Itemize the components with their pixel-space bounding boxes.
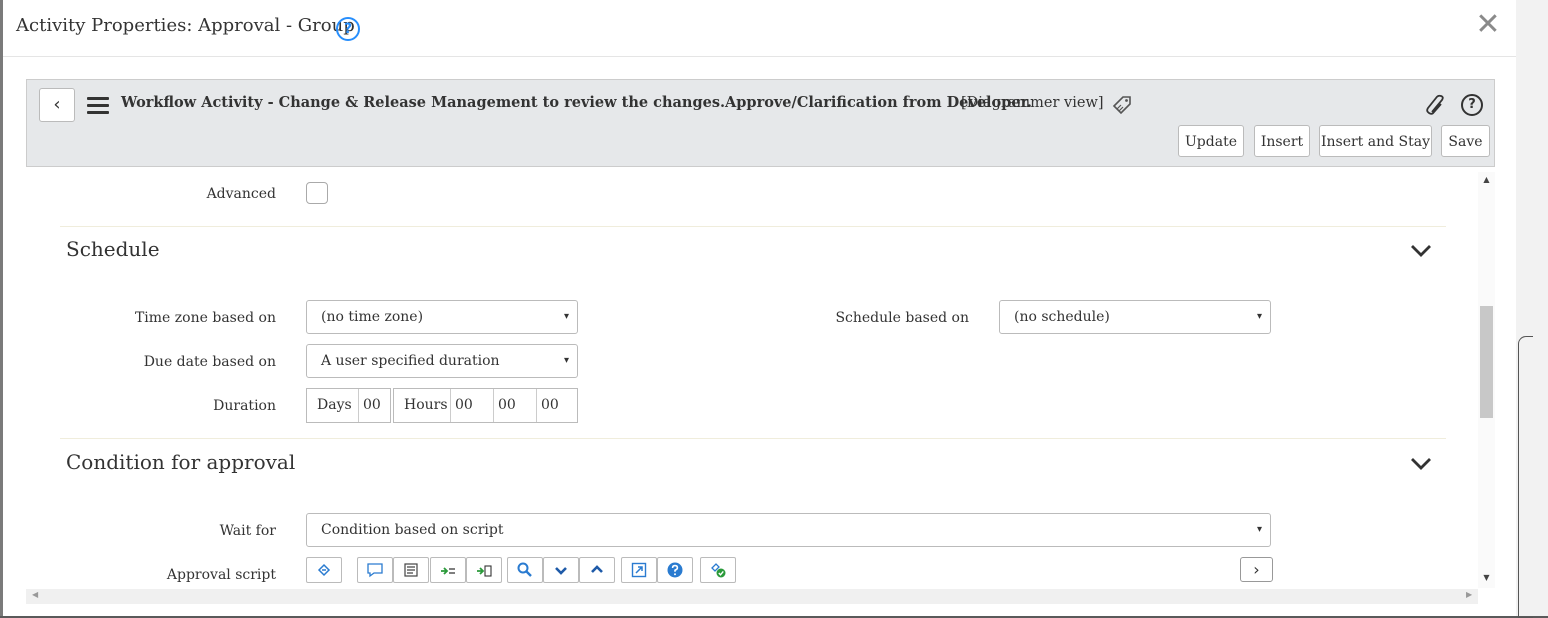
- modal-title: Activity Properties: Approval - Group: [16, 15, 355, 36]
- time-zone-select[interactable]: (no time zone) ▾: [306, 300, 578, 334]
- format-code-icon: [317, 563, 331, 577]
- collapse-button[interactable]: [543, 557, 579, 583]
- document-icon: [404, 563, 418, 577]
- activity-properties-modal: Activity Properties: Approval - Group ? …: [3, 0, 1516, 616]
- condition-section-title: Condition for approval: [66, 450, 296, 474]
- replace-button[interactable]: [430, 557, 466, 583]
- replace-all-icon: [477, 565, 492, 577]
- view-label: [Diagrammer view]: [961, 95, 1104, 111]
- schedule-value: (no schedule): [1014, 309, 1110, 325]
- paperclip-icon[interactable]: [1425, 93, 1447, 117]
- back-button[interactable]: ‹: [39, 88, 75, 122]
- schedule-label: Schedule based on: [835, 310, 969, 326]
- due-date-label: Due date based on: [143, 354, 276, 370]
- document-button[interactable]: [393, 557, 429, 583]
- hours-label: Hours: [394, 389, 458, 422]
- form-header: ‹ Workflow Activity - Change & Release M…: [26, 79, 1495, 167]
- form-help-icon[interactable]: ?: [1461, 94, 1483, 116]
- select-arrow-icon: ▾: [563, 311, 569, 322]
- wait-for-select[interactable]: Condition based on script ▾: [306, 513, 1271, 547]
- script-help-button[interactable]: [657, 557, 693, 583]
- help-icon[interactable]: ?: [336, 17, 360, 41]
- close-icon[interactable]: ✕: [1473, 8, 1503, 42]
- form-content: Advanced Schedule Time zone based on (no…: [26, 170, 1475, 588]
- help-icon: [667, 562, 683, 578]
- time-zone-label: Time zone based on: [134, 310, 276, 326]
- search-button[interactable]: [507, 557, 543, 583]
- tag-icon[interactable]: [1111, 94, 1133, 116]
- insert-button[interactable]: Insert: [1254, 125, 1310, 157]
- expand-up-icon: [591, 565, 603, 573]
- approval-script-label: Approval script: [166, 567, 276, 583]
- select-arrow-icon: ▾: [1256, 311, 1262, 322]
- insert-and-stay-button[interactable]: Insert and Stay: [1319, 125, 1432, 157]
- wait-for-value: Condition based on script: [321, 522, 504, 538]
- minutes-input[interactable]: 00: [493, 389, 536, 422]
- schedule-select[interactable]: (no schedule) ▾: [999, 300, 1271, 334]
- chevron-down-icon[interactable]: [1409, 456, 1433, 472]
- scroll-down-icon[interactable]: ▼: [1478, 573, 1495, 582]
- modal-header: Activity Properties: Approval - Group ? …: [3, 0, 1516, 57]
- select-arrow-icon: ▾: [1256, 524, 1262, 535]
- duration-label: Duration: [213, 398, 276, 414]
- scroll-left-icon[interactable]: ◀: [32, 590, 38, 599]
- form-title: Workflow Activity - Change & Release Man…: [121, 94, 1032, 111]
- duration-days-group: Days 00: [306, 388, 391, 423]
- save-button[interactable]: Save: [1441, 125, 1490, 157]
- fullscreen-button[interactable]: [621, 557, 657, 583]
- scroll-right-icon[interactable]: ▶: [1466, 590, 1472, 599]
- comment-button[interactable]: [357, 557, 393, 583]
- divider: [60, 438, 1446, 439]
- time-zone-value: (no time zone): [321, 309, 424, 325]
- backdrop-right: [1516, 0, 1548, 618]
- expand-button[interactable]: [579, 557, 615, 583]
- update-button[interactable]: Update: [1178, 125, 1244, 157]
- context-menu-icon[interactable]: [87, 97, 109, 115]
- seconds-input[interactable]: 00: [536, 389, 579, 422]
- vertical-scrollbar[interactable]: ▲ ▼: [1478, 172, 1495, 588]
- horizontal-scrollbar[interactable]: ◀ ▶: [26, 589, 1478, 604]
- select-arrow-icon: ▾: [563, 355, 569, 366]
- collapse-down-icon: [555, 567, 567, 575]
- days-label: Days: [307, 389, 362, 422]
- schedule-section-title: Schedule: [66, 237, 160, 261]
- format-code-button[interactable]: [306, 557, 342, 583]
- duration-time-group: Hours 00 00 00: [393, 388, 578, 423]
- search-icon: [517, 562, 532, 577]
- scrollbar-thumb[interactable]: [1480, 306, 1493, 418]
- comment-icon: [367, 563, 383, 578]
- scroll-up-icon[interactable]: ▲: [1478, 175, 1495, 184]
- replace-all-button[interactable]: [466, 557, 502, 583]
- days-input[interactable]: 00: [358, 389, 391, 422]
- wait-for-label: Wait for: [219, 523, 276, 539]
- syntax-check-button[interactable]: [700, 557, 736, 583]
- chevron-down-icon[interactable]: [1409, 243, 1433, 259]
- due-date-value: A user specified duration: [321, 353, 500, 369]
- syntax-check-icon: [711, 563, 726, 578]
- advanced-label: Advanced: [206, 186, 276, 202]
- divider: [60, 226, 1446, 227]
- replace-icon: [441, 567, 455, 575]
- hours-input[interactable]: 00: [450, 389, 493, 422]
- fullscreen-icon: [631, 562, 647, 578]
- toolbar-next-button[interactable]: ›: [1240, 557, 1273, 582]
- due-date-select[interactable]: A user specified duration ▾: [306, 344, 578, 378]
- advanced-checkbox[interactable]: [306, 182, 328, 204]
